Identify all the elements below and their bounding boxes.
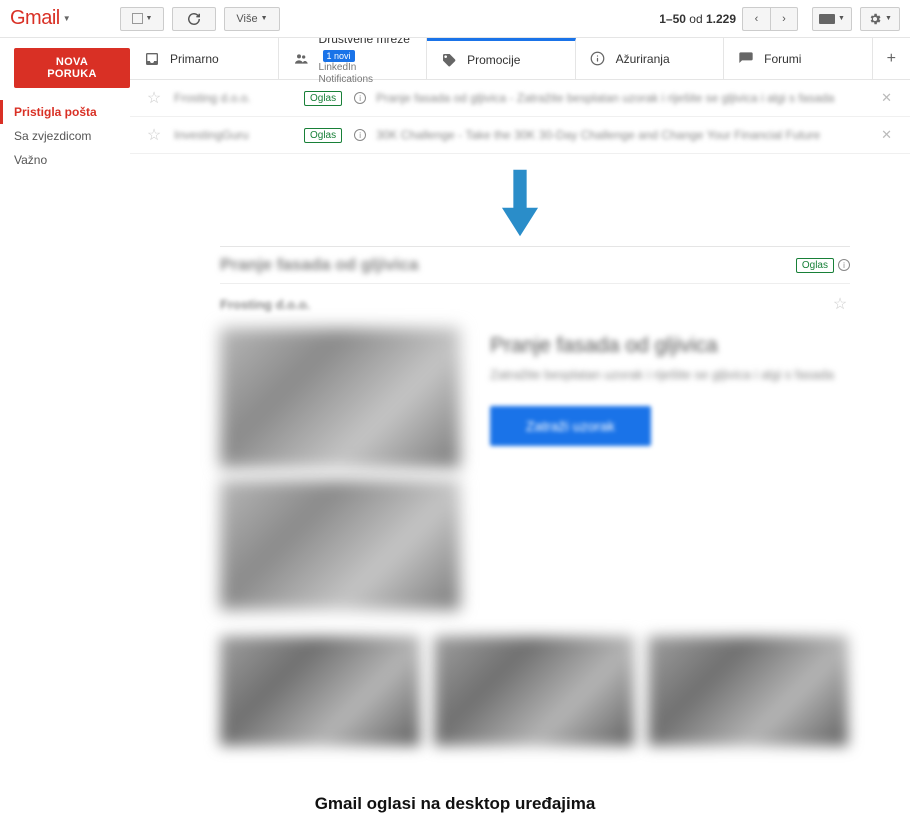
prev-page-button[interactable]: ‹: [742, 7, 770, 31]
tab-label: Društvene mreže: [319, 38, 410, 46]
more-label: Više: [236, 13, 257, 25]
tab-sublabel: LinkedIn Notifications: [319, 62, 413, 86]
caret-down-icon: ▼: [146, 15, 153, 22]
info-icon[interactable]: i: [354, 92, 366, 104]
tab-label: Primarno: [170, 52, 219, 66]
sidebar-item-starred[interactable]: Sa zvjezdicom: [0, 124, 130, 148]
caret-down-icon: ▼: [885, 15, 892, 22]
ad-tag: Oglas: [304, 91, 342, 106]
refresh-button[interactable]: [172, 7, 216, 31]
caret-down-icon: ▼: [838, 15, 845, 22]
ad-tag: Oglas: [796, 258, 834, 273]
email-row[interactable]: ☆ Frosting d.o.o. Oglas i Pranje fasada …: [130, 80, 910, 117]
pager-text: 1–50 od 1.229: [659, 12, 736, 26]
logo-text: Gmail: [10, 7, 60, 30]
sidebar-item-inbox[interactable]: Pristigla pošta: [0, 100, 130, 124]
more-button[interactable]: Više ▼: [224, 7, 280, 31]
cta-button[interactable]: Zatraži uzorak: [490, 406, 651, 446]
keyboard-icon: [819, 14, 835, 24]
chat-icon: [738, 51, 754, 67]
caption: Gmail oglasi na desktop uređajima: [0, 766, 910, 830]
sidebar-item-important[interactable]: Važno: [0, 148, 130, 172]
ad-title: Pranje fasada od gljivica: [490, 334, 850, 358]
detail-sender: Frosting d.o.o.: [220, 297, 830, 312]
ad-thumbnail: [648, 636, 848, 746]
gear-icon: [868, 12, 882, 26]
tab-label: Ažuriranja: [616, 52, 670, 66]
next-page-button[interactable]: ›: [770, 7, 798, 31]
input-mode-button[interactable]: ▼: [812, 7, 852, 31]
detail-title: Pranje fasada od gljivica: [220, 255, 796, 275]
star-icon[interactable]: ☆: [830, 294, 850, 314]
ad-image: [220, 480, 460, 610]
email-sender: Frosting d.o.o.: [174, 91, 294, 105]
ad-tag: Oglas: [304, 128, 342, 143]
compose-button[interactable]: NOVA PORUKA: [14, 48, 130, 88]
tab-promotions[interactable]: Promocije: [427, 38, 576, 79]
tag-icon: [441, 52, 457, 68]
email-subject: 30K Challenge - Take the 30K 30-Day Chal…: [376, 128, 867, 142]
caret-down-icon: ▼: [63, 14, 71, 23]
close-icon[interactable]: ✕: [877, 90, 896, 106]
chevron-left-icon: ‹: [755, 13, 759, 25]
ad-thumbnail: [434, 636, 634, 746]
refresh-icon: [187, 12, 201, 26]
caret-down-icon: ▼: [261, 15, 268, 22]
chevron-right-icon: ›: [782, 13, 786, 25]
ad-description: Zatražite besplatan uzorak i riješite se…: [490, 366, 850, 384]
add-tab-button[interactable]: +: [873, 38, 910, 79]
tab-social[interactable]: Društvene mreže 1 novi LinkedIn Notifica…: [279, 38, 428, 79]
plus-icon: +: [887, 50, 896, 68]
checkbox-icon: [132, 13, 143, 24]
tab-label: Forumi: [764, 52, 801, 66]
star-icon[interactable]: ☆: [144, 88, 164, 108]
new-badge: 1 novi: [323, 50, 355, 62]
arrow-down-icon: [501, 168, 539, 238]
tab-primary[interactable]: Primarno: [130, 38, 279, 79]
settings-button[interactable]: ▼: [860, 7, 900, 31]
people-icon: [293, 51, 309, 67]
email-subject: Pranje fasada od gljivica - Zatražite be…: [376, 91, 867, 105]
info-icon: [590, 51, 606, 67]
email-sender: InvestingGuru: [174, 128, 294, 142]
ad-image: [220, 328, 460, 468]
email-row[interactable]: ☆ InvestingGuru Oglas i 30K Challenge - …: [130, 117, 910, 154]
star-icon[interactable]: ☆: [144, 125, 164, 145]
inbox-icon: [144, 51, 160, 67]
info-icon[interactable]: i: [354, 129, 366, 141]
gmail-logo[interactable]: Gmail ▼: [10, 7, 120, 30]
tab-label: Promocije: [467, 53, 520, 67]
tab-forums[interactable]: Forumi: [724, 38, 873, 79]
info-icon[interactable]: i: [838, 259, 850, 271]
close-icon[interactable]: ✕: [877, 127, 896, 143]
ad-thumbnail: [220, 636, 420, 746]
tab-updates[interactable]: Ažuriranja: [576, 38, 725, 79]
select-checkbox[interactable]: ▼: [120, 7, 164, 31]
